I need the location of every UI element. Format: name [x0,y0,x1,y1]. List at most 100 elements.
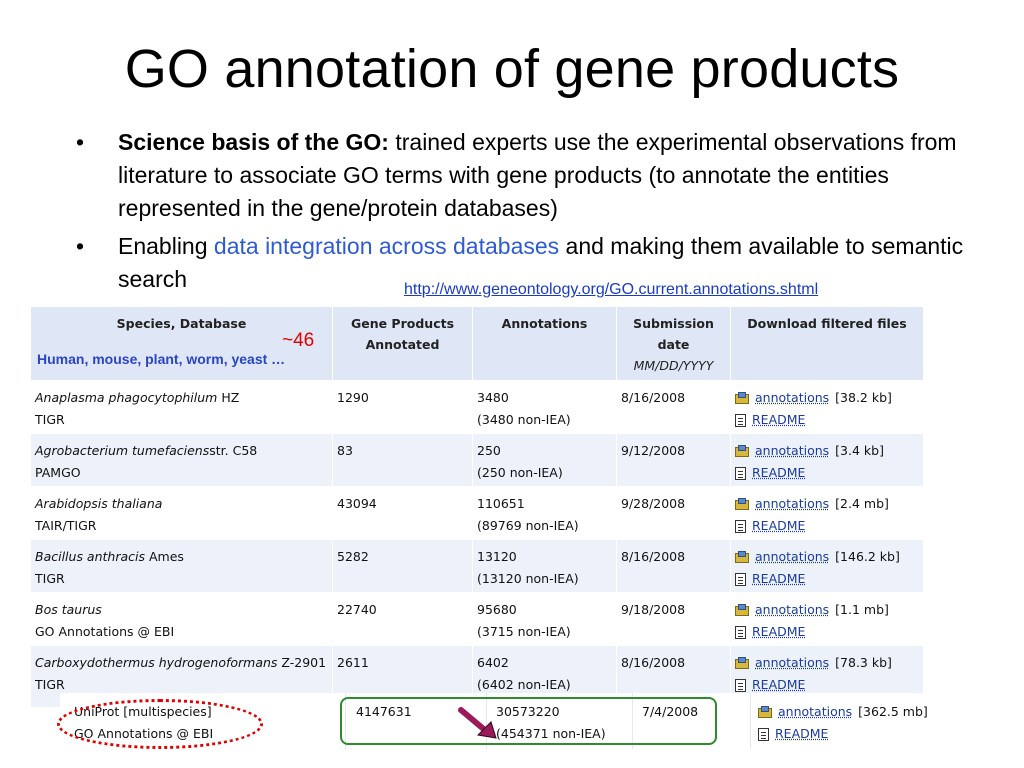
gene-products-cell: 22740 [332,592,473,646]
download-file-icon [735,657,749,669]
readme-link[interactable]: README [752,462,805,484]
download-file-icon [758,706,772,718]
download-cell: annotations [3.4 kb] README [730,433,924,487]
bullet-prefix: Enabling [118,233,214,259]
non-iea-count: (13120 non-IEA) [477,571,579,586]
annotations-file-link[interactable]: annotations [755,387,829,409]
species-cell: Agrobacterium tumefaciensstr. C58 PAMGO [30,433,333,487]
annotations-file-link[interactable]: annotations [755,652,829,674]
species-strain: Ames [145,549,184,564]
readme-document-icon [735,572,746,586]
file-size: [3.4 kb] [835,443,884,458]
gene-products-cell: 5282 [332,539,473,593]
header-date-format: MM/DD/YYYY [633,358,714,373]
annotations-count: 13120 [477,549,517,564]
species-database: TAIR/TIGR [35,518,97,533]
annotations-file-link[interactable]: annotations [755,546,829,568]
annotations-file-link[interactable]: annotations [755,493,829,515]
annotations-cell: 95680 (3715 non-IEA) [472,592,617,646]
uniprot-readme-link[interactable]: README [775,723,828,745]
species-strain: str. C58 [209,443,258,458]
annotations-count: 95680 [477,602,517,617]
species-cell: Bos taurus GO Annotations @ EBI [30,592,333,646]
readme-document-icon [735,413,746,427]
annotations-file-link[interactable]: annotations [755,599,829,621]
annotations-file-link[interactable]: annotations [755,440,829,462]
bullet-bold-lead: Science basis of the GO: [118,129,389,155]
header-download: Download filtered files [730,306,924,381]
file-size: [1.1 mb] [835,602,889,617]
readme-link[interactable]: README [752,515,805,537]
download-file-icon [735,498,749,510]
bullet-science-basis: • Science basis of the GO: trained exper… [72,126,992,225]
submission-date-cell: 8/16/2008 [616,380,731,434]
annotations-count: 6402 [477,655,509,670]
uniprot-download-cell: annotations [362.5 mb] README [758,701,928,745]
readme-link[interactable]: README [752,621,805,643]
species-database: TIGR [35,677,65,692]
readme-link[interactable]: README [752,409,805,431]
non-iea-count: (3480 non-IEA) [477,412,571,427]
species-strain: Z-2901 [277,655,327,670]
species-strain: HZ [217,390,240,405]
table-header-row: Species, Database Gene Products Annotate… [30,306,924,381]
header-annotations: Annotations [472,306,617,381]
table-row: Agrobacterium tumefaciensstr. C58 PAMGO 83… [30,433,924,487]
download-cell: annotations [2.4 mb] README [730,486,924,540]
annotations-cell: 250 (250 non-IEA) [472,433,617,487]
submission-date-cell: 9/18/2008 [616,592,731,646]
table-row: Bacillus anthracis Ames TIGR 5282 13120 (131… [30,539,924,593]
readme-link[interactable]: README [752,568,805,590]
download-file-icon [735,392,749,404]
gene-products-cell: 83 [332,433,473,487]
header-submission-label: Submission date [633,316,714,352]
bullet-marker: • [76,129,85,155]
file-size: [78.3 kb] [835,655,892,670]
readme-document-icon [735,678,746,692]
submission-date-cell: 9/28/2008 [616,486,731,540]
species-examples-note: Human, mouse, plant, worm, yeast … [37,351,286,367]
species-cell: Bacillus anthracis Ames TIGR [30,539,333,593]
readme-document-icon [735,519,746,533]
annotations-cell: 110651 (89769 non-IEA) [472,486,617,540]
download-cell: annotations [1.1 mb] README [730,592,924,646]
bullet-list: • Science basis of the GO: trained exper… [72,126,992,301]
uniprot-annotations-link[interactable]: annotations [778,701,852,723]
header-gene-products: Gene Products Annotated [332,306,473,381]
download-cell: annotations [146.2 kb] README [730,539,924,593]
slide-title: GO annotation of gene products [124,39,900,99]
species-name: Bos taurus [35,602,102,617]
uniprot-highlight-ellipse [57,699,263,749]
species-name: Arabidopsis thaliana [35,496,163,511]
species-database: GO Annotations @ EBI [35,624,175,639]
download-file-icon [735,551,749,563]
source-url-link[interactable]: http://www.geneontology.org/GO.current.a… [404,281,818,299]
pointer-arrow-icon [458,707,497,739]
non-iea-count: (89769 non-IEA) [477,518,579,533]
table-row: Arabidopsis thaliana TAIR/TIGR 43094 110651… [30,486,924,540]
uniprot-file-size: [362.5 mb] [858,704,928,719]
download-file-icon [735,445,749,457]
file-size: [146.2 kb] [835,549,900,564]
non-iea-count: (250 non-IEA) [477,465,563,480]
table-row: Bos taurus GO Annotations @ EBI 22740 95680… [30,592,924,646]
species-cell: Arabidopsis thaliana TAIR/TIGR [30,486,333,540]
annotations-count: 3480 [477,390,509,405]
download-cell: annotations [38.2 kb] README [730,380,924,434]
non-iea-count: (3715 non-IEA) [477,624,571,639]
species-database: TIGR [35,412,65,427]
annotations-cell: 3480 (3480 non-IEA) [472,380,617,434]
species-database: PAMGO [35,465,81,480]
download-file-icon [735,604,749,616]
file-size: [38.2 kb] [835,390,892,405]
species-name: Anaplasma phagocytophilum [35,390,218,405]
non-iea-count: (6402 non-IEA) [477,677,571,692]
bullet-highlight: data integration across databases [213,233,560,259]
table-row: Anaplasma phagocytophilum HZ TIGR 1290 3480… [30,380,924,434]
species-cell: Anaplasma phagocytophilum HZ TIGR [30,380,333,434]
species-name: Agrobacterium tumefaciens [35,443,210,458]
annotations-count: 110651 [477,496,525,511]
species-name: Carboxydothermus hydrogenoformans [35,655,278,670]
header-submission-date: Submission date MM/DD/YYYY [616,306,731,381]
annotations-count: 250 [477,443,501,458]
